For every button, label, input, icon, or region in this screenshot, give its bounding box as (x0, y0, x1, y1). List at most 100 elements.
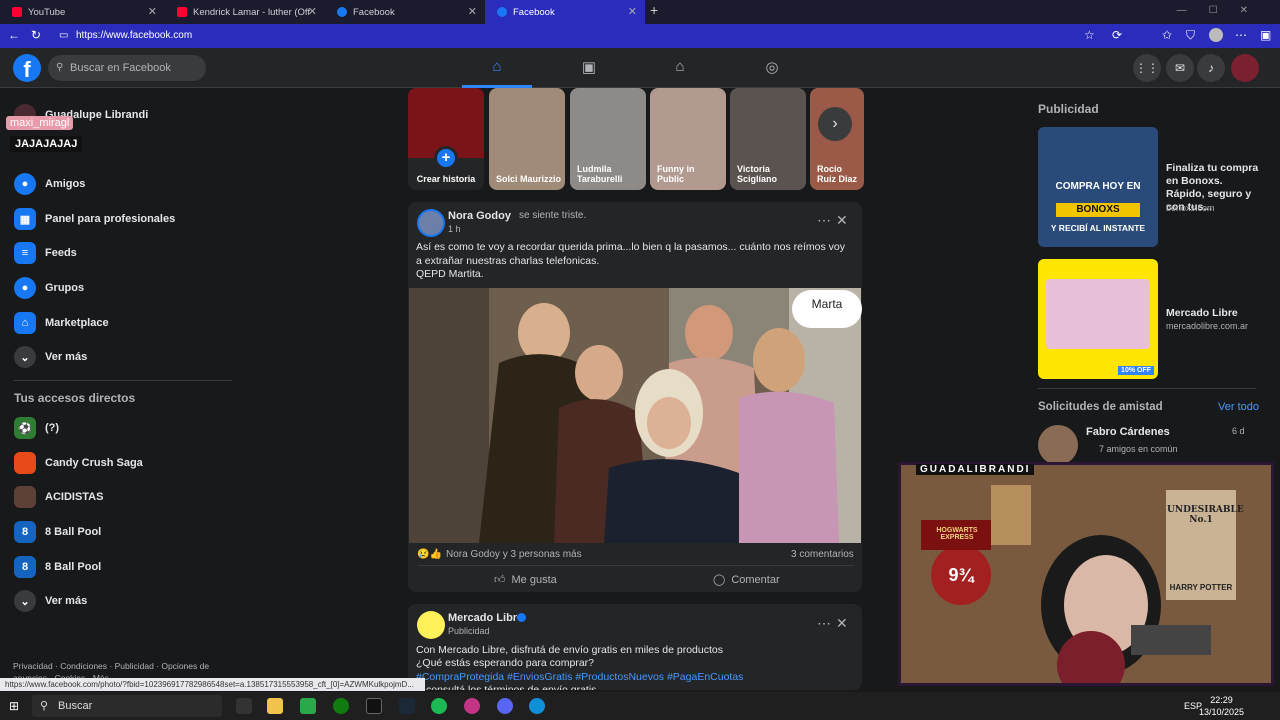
shortcut-ver-mas[interactable]: ⌄ Ver más (14, 586, 87, 616)
close-icon[interactable]: ✕ (468, 5, 477, 18)
more-options-icon[interactable]: ⋯ (817, 212, 831, 229)
close-icon[interactable]: ✕ (836, 615, 848, 632)
shortcut-item[interactable]: ACIDISTAS (14, 482, 103, 512)
favorites-icon[interactable]: ✩ (1162, 28, 1172, 42)
sidebar-item-grupos[interactable]: ● Grupos (14, 273, 84, 303)
create-story[interactable]: + Crear historia (408, 88, 484, 190)
more-icon[interactable]: ⋯ (1235, 28, 1247, 42)
app-icon[interactable] (300, 698, 316, 714)
story-name: Solci Maurizzio (496, 174, 562, 184)
requester-name[interactable]: Fabro Cárdenes (1086, 426, 1170, 438)
discord-icon[interactable] (497, 698, 513, 714)
video-icon[interactable]: ▣ (579, 58, 599, 78)
close-icon[interactable]: ✕ (836, 212, 848, 229)
shortcut-label: 8 Ball Pool (45, 561, 102, 573)
shortcut-item[interactable]: Candy Crush Saga (14, 448, 143, 478)
shortcut-label: Candy Crush Saga (45, 457, 143, 469)
next-stories-button[interactable]: › (818, 107, 852, 141)
account-avatar[interactable] (1231, 54, 1259, 82)
search-input[interactable]: ⚲ Buscar en Facebook (48, 55, 206, 81)
tab-youtube[interactable]: YouTube ✕ (0, 0, 165, 24)
more-options-icon[interactable]: ⋯ (817, 615, 831, 632)
file-explorer-icon[interactable] (267, 698, 283, 714)
close-icon[interactable]: ✕ (148, 5, 157, 18)
profile-avatar[interactable] (1209, 28, 1223, 42)
groups-icon[interactable]: ◎ (762, 58, 782, 78)
tab-facebook-active[interactable]: Facebook ✕ (485, 0, 645, 24)
task-view-icon[interactable] (236, 698, 252, 714)
tab-facebook[interactable]: Facebook ✕ (325, 0, 485, 24)
marketplace-icon[interactable]: ⌂ (670, 58, 690, 78)
tab-kendrick[interactable]: Kendrick Lamar - luther (Off ✕ (165, 0, 325, 24)
close-icon[interactable]: ✕ (628, 5, 637, 18)
author-avatar[interactable] (417, 209, 445, 237)
photo-tag[interactable]: Marta (792, 290, 862, 328)
request-age: 6 d (1232, 426, 1245, 436)
sidebar-item-amigos[interactable]: ● Amigos (14, 169, 85, 199)
post-time[interactable]: 1 h (448, 224, 461, 234)
mercadolibre-logo[interactable] (417, 611, 445, 639)
story-card[interactable]: Ludmila Taraburelli (570, 88, 646, 190)
ads-title: Publicidad (1038, 102, 1099, 116)
refresh-icon[interactable]: ↻ (31, 28, 41, 42)
spotify-icon[interactable] (431, 698, 447, 714)
post-author[interactable]: Mercado Libre (448, 612, 523, 624)
xbox-icon[interactable] (333, 698, 349, 714)
ad-image[interactable]: 10% OFF (1038, 259, 1158, 379)
shortcut-item[interactable]: ⚽ (?) (14, 413, 59, 443)
ad-image[interactable]: COMPRA HOY EN BONOXS Y RECIBÍ AL INSTANT… (1038, 127, 1158, 247)
extensions-icon[interactable]: ⟳ (1112, 28, 1122, 42)
home-icon[interactable]: ⌂ (487, 58, 507, 78)
menu-icon[interactable]: ⋮⋮ (1133, 54, 1161, 82)
steam-icon[interactable] (399, 698, 415, 714)
back-icon[interactable]: ← (8, 28, 20, 42)
taskbar-search[interactable]: ⚲ Buscar (32, 695, 222, 717)
shortcut-item[interactable]: 8 8 Ball Pool (14, 552, 101, 582)
post-author[interactable]: Nora Godoy (448, 210, 511, 222)
ad-banner-text: BONOXS (1056, 203, 1140, 217)
ad-site: mercadolibre.com.ar (1166, 321, 1249, 331)
sidebar-icon[interactable]: ▣ (1260, 28, 1271, 42)
sidebar-item-feeds[interactable]: ≡ Feeds (14, 238, 77, 268)
platform-sign: 9¾ (948, 565, 974, 585)
like-icon: 👍︎ (494, 574, 506, 586)
ad-hashtags[interactable]: #CompraProtegida #EnviosGratis #Producto… (416, 671, 856, 685)
url-field[interactable]: ▭ https://www.facebook.com (52, 27, 1052, 45)
comment-count[interactable]: 3 comentarios (791, 549, 854, 560)
left-sidebar: Guadalupe Librandi ● Amigos ▦ Panel para… (0, 88, 240, 688)
favorite-icon[interactable]: ☆ (1084, 28, 1095, 42)
new-tab-button[interactable]: + (650, 2, 658, 18)
shortcut-label: (?) (45, 422, 60, 434)
ad-title[interactable]: Mercado Libre (1166, 307, 1238, 320)
sidebar-item-marketplace[interactable]: ⌂ Marketplace (14, 308, 109, 338)
reaction-summary[interactable]: Nora Godoy y 3 personas más (446, 549, 582, 560)
obs-icon[interactable] (464, 698, 480, 714)
edge-icon[interactable] (529, 698, 545, 714)
story-card[interactable]: Funny in Public (650, 88, 726, 190)
requester-avatar[interactable] (1038, 425, 1078, 465)
windows-icon[interactable]: ⊞ (9, 699, 23, 713)
tab-label: Kendrick Lamar - luther (Off (193, 6, 311, 18)
window-controls[interactable]: —☐✕ (1177, 5, 1270, 16)
see-all-link[interactable]: Ver todo (1218, 401, 1259, 413)
like-button[interactable]: 👍︎ Me gusta (494, 573, 557, 587)
shortcut-item[interactable]: 8 8 Ball Pool (14, 517, 101, 547)
messenger-icon[interactable]: ✉ (1166, 54, 1194, 82)
notifications-icon[interactable]: ♪ (1197, 54, 1225, 82)
ad-site: bonoxs.com (1166, 203, 1215, 213)
epic-games-icon[interactable] (366, 698, 382, 714)
reaction-icons[interactable]: 😢👍 (417, 549, 442, 560)
story-card[interactable]: Solci Maurizzio (489, 88, 565, 190)
system-clock[interactable]: 22:29 13/10/2025 (1199, 694, 1244, 718)
close-icon[interactable]: ✕ (308, 5, 317, 18)
shield-icon[interactable]: ⛉ (1186, 28, 1195, 43)
sidebar-item-ver-mas[interactable]: ⌄ Ver más (14, 342, 87, 372)
clock-time: 22:29 (1210, 695, 1233, 705)
status-url: https://www.facebook.com/photo/?fbid=102… (0, 678, 425, 691)
comment-button[interactable]: ◯ Comentar (713, 573, 780, 587)
story-card[interactable]: Victoria Sciglíano (730, 88, 806, 190)
facebook-logo[interactable]: f (13, 54, 41, 82)
sidebar-item-panel[interactable]: ▦ Panel para profesionales (14, 204, 175, 234)
post-photo[interactable] (409, 288, 861, 543)
soccer-icon: ⚽ (14, 417, 36, 439)
